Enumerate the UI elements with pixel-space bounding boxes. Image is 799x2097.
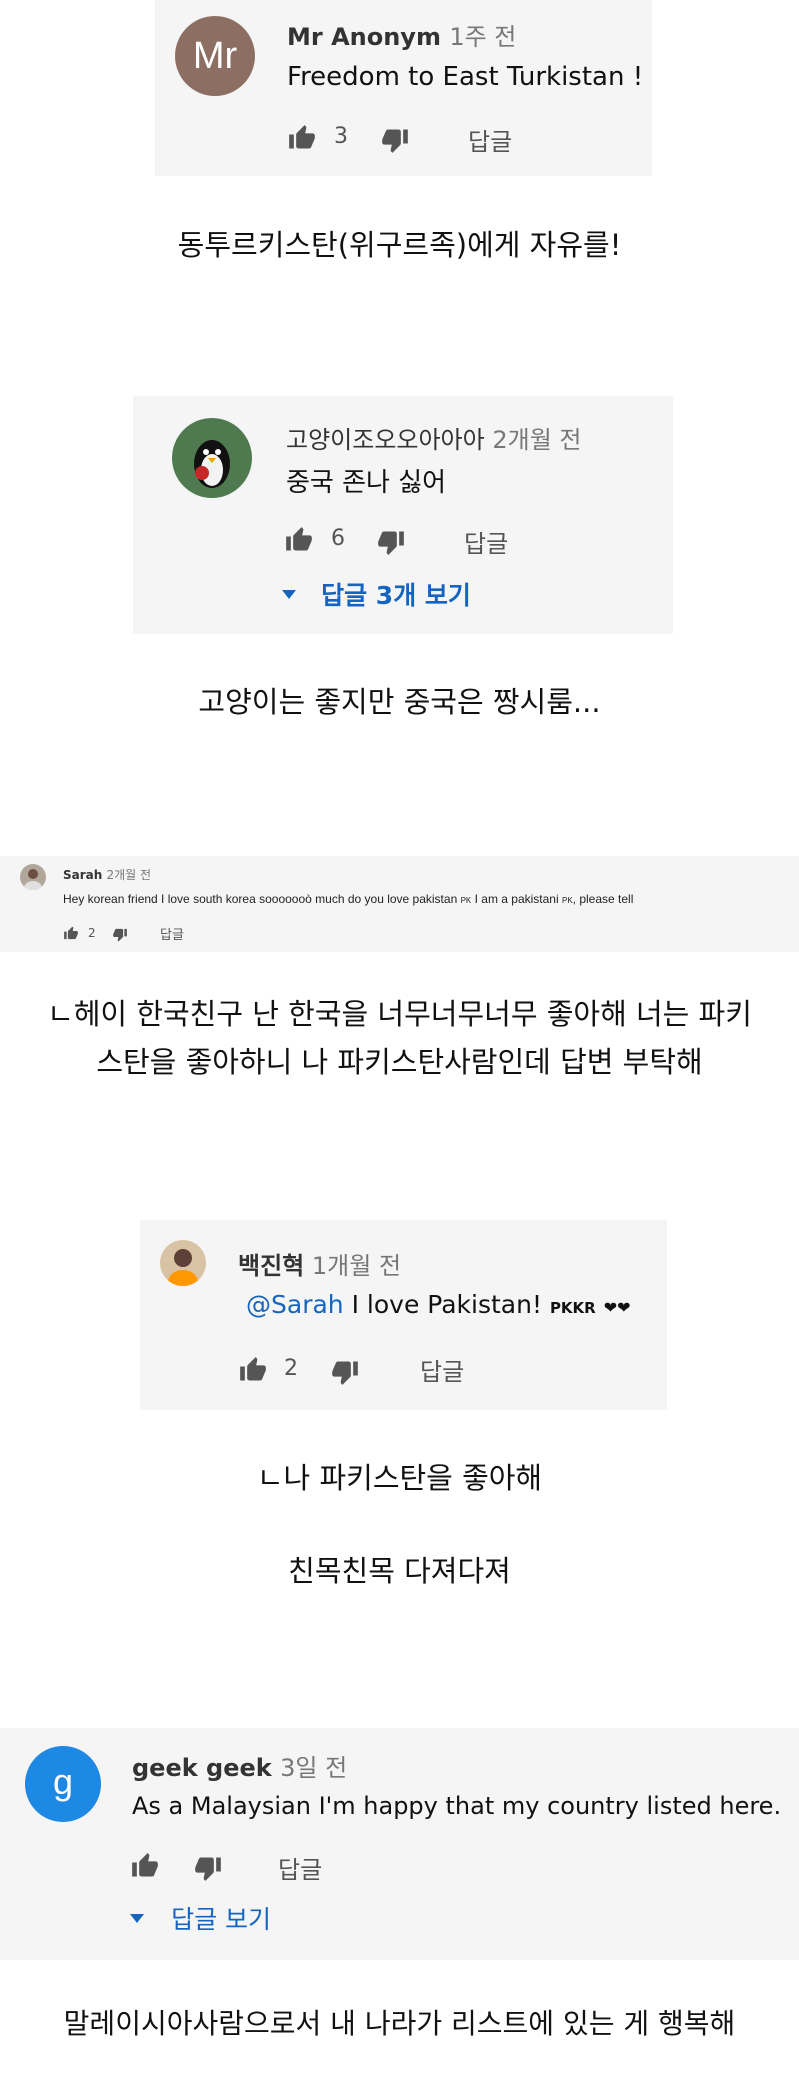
pkkr-label: PKKR <box>549 1299 596 1317</box>
chevron-down-icon <box>282 589 296 599</box>
like-button[interactable] <box>63 926 79 941</box>
comment-author[interactable]: geek geek 3일 전 <box>132 1748 347 1783</box>
like-count: 2 <box>284 1356 298 1381</box>
comment-time[interactable]: 1주 전 <box>449 23 516 51</box>
view-replies-button[interactable]: 답글 보기 <box>130 1900 271 1936</box>
author-name[interactable]: 고양이조오오아아아 <box>286 426 485 454</box>
comment-author[interactable]: Mr Anonym 1주 전 <box>287 17 516 52</box>
pakistan-flag-label: PK <box>460 896 472 905</box>
thumbs-down-icon <box>113 928 127 942</box>
chevron-down-icon <box>130 1913 144 1923</box>
comment-author[interactable]: Sarah 2개월 전 <box>63 866 151 883</box>
comment-card <box>0 1728 799 1960</box>
thumbs-up-icon <box>64 926 78 940</box>
thumbs-up-icon <box>289 125 315 149</box>
avatar[interactable]: g <box>25 1746 101 1822</box>
thumbs-down-icon <box>332 1361 358 1385</box>
like-button[interactable] <box>130 1852 160 1880</box>
comment-text-part: I am a pakistani <box>471 892 562 906</box>
photo-avatar-icon[interactable] <box>20 864 46 890</box>
thumbs-down-icon <box>195 1857 221 1881</box>
dislike-button[interactable] <box>330 1358 360 1386</box>
dislike-button[interactable] <box>380 126 410 154</box>
view-replies-label[interactable]: 답글 보기 <box>171 1905 271 1934</box>
reply-button[interactable]: 답글 <box>464 524 508 559</box>
mention-link[interactable]: @Sarah <box>246 1290 344 1319</box>
caption-line: ㄴ헤이 한국친구 난 한국을 너무너무너무 좋아해 너는 파키 <box>47 997 752 1031</box>
comment-text: Freedom to East Turkistan ! <box>287 62 644 92</box>
thumbs-up-icon <box>286 527 312 551</box>
caption: ㄴ나 파키스탄을 좋아해 <box>256 1461 543 1495</box>
like-button[interactable] <box>284 526 314 554</box>
dislike-button[interactable] <box>112 927 128 942</box>
comment-text: 중국 존나 싫어 <box>286 468 447 498</box>
like-count: 2 <box>88 926 96 940</box>
like-count: 3 <box>334 124 348 149</box>
avatar-initials: Mr <box>192 35 238 77</box>
comment-time[interactable]: 3일 전 <box>280 1754 347 1782</box>
author-name[interactable]: Sarah <box>63 868 102 882</box>
caption-line: 스탄을 좋아하니 나 파키스탄사람인데 답변 부탁해 <box>96 1045 703 1079</box>
caption: ㄴ헤이 한국친구 난 한국을 너무너무너무 좋아해 너는 파키 스탄을 좋아하니… <box>0 990 799 1086</box>
caption: 친목친목 다져다져 <box>288 1554 511 1588</box>
thumbs-down-icon <box>378 531 404 555</box>
caption: 말레이시아사람으로서 내 나라가 리스트에 있는 게 행복해 <box>63 2007 736 2040</box>
like-count: 6 <box>331 526 345 551</box>
reply-button[interactable]: 답글 <box>420 1352 464 1387</box>
like-button[interactable] <box>238 1356 268 1384</box>
photo-avatar-icon[interactable] <box>160 1240 206 1286</box>
comment-text-part: , please tell <box>572 892 634 906</box>
hearts-icon: ❤❤ <box>603 1298 631 1317</box>
reply-button[interactable]: 답글 <box>278 1850 322 1885</box>
pakistan-flag-label: PK <box>561 896 573 905</box>
comment-author[interactable]: 백진혁 1개월 전 <box>238 1246 401 1281</box>
comment-time[interactable]: 2개월 전 <box>107 868 152 882</box>
avatar[interactable]: Mr <box>175 16 255 96</box>
comment-time[interactable]: 2개월 전 <box>492 426 581 454</box>
view-replies-button[interactable]: 답글 3개 보기 <box>282 576 471 612</box>
like-button[interactable] <box>287 124 317 152</box>
reply-button[interactable]: 답글 <box>160 924 184 943</box>
thumbs-up-icon <box>240 1357 266 1381</box>
comment-text-part: I love Pakistan! <box>343 1290 550 1319</box>
author-name[interactable]: geek geek <box>132 1754 272 1782</box>
caption: 동투르키스탄(위구르족)에게 자유를! <box>177 228 622 262</box>
comment-time[interactable]: 1개월 전 <box>312 1252 401 1280</box>
caption: 고양이는 좋지만 중국은 짱시룸... <box>198 685 601 719</box>
avatar-initials: g <box>52 1761 74 1802</box>
comment-text-part: Hey korean friend I love south korea soo… <box>63 892 458 906</box>
thumbs-down-icon <box>382 129 408 153</box>
view-replies-label[interactable]: 답글 3개 보기 <box>321 581 471 610</box>
reply-button[interactable]: 답글 <box>468 122 512 157</box>
author-name[interactable]: 백진혁 <box>238 1252 304 1280</box>
author-name[interactable]: Mr Anonym <box>287 23 441 51</box>
comment-text: As a Malaysian I'm happy that my country… <box>132 1792 782 1820</box>
comment-text: Hey korean friend I love south korea soo… <box>63 892 633 906</box>
dislike-button[interactable] <box>193 1854 223 1882</box>
thumbs-up-icon <box>132 1853 158 1877</box>
penguin-avatar-icon[interactable] <box>172 418 252 498</box>
dislike-button[interactable] <box>376 528 406 556</box>
comment-text: @Sarah I love Pakistan! PKKR ❤❤ <box>246 1290 631 1319</box>
comment-author[interactable]: 고양이조오오아아아 2개월 전 <box>286 420 582 455</box>
